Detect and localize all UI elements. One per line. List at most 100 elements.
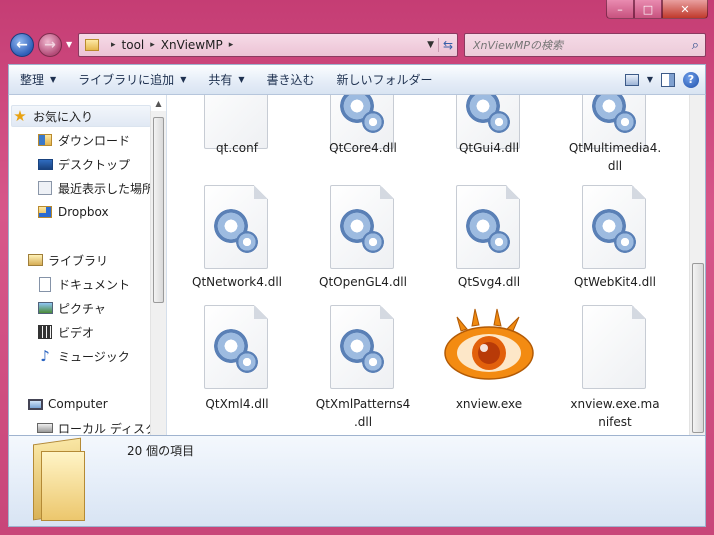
maximize-button[interactable]: □ [634,0,662,19]
search-input[interactable] [465,37,685,53]
item-count: 20 個の項目 [127,444,195,458]
chevron-right-icon[interactable]: ▸ [150,40,155,50]
folder-icon [33,437,85,521]
nav-item-desktop[interactable]: デスクトップ [37,153,130,175]
file-list-scrollbar[interactable] [689,95,705,435]
add-to-library-menu[interactable]: ライブラリに追加 ▼ [67,64,197,95]
nav-libraries-label: ライブラリ [48,253,109,268]
view-options-dropdown[interactable]: ▼ [647,64,653,95]
view-controls: ▼ ? [624,64,705,95]
file-item[interactable]: QtGui4.dll [429,95,549,175]
navigation-scrollbar[interactable]: ▲ [150,99,166,435]
address-bar[interactable]: ▸ tool ▸ XnViewMP ▸ ▼ ⇆ [78,33,458,57]
dll-gear-icon [202,305,272,393]
nav-libraries[interactable]: ライブラリ [27,249,108,271]
content-area: ★ お気に入り ダウンロード デスクトップ 最近表示した場所 Dropbox ラ… [8,95,706,435]
nav-favorites-label: お気に入り [33,109,94,124]
local-disk-icon [37,420,53,435]
back-arrow-icon: ← [16,37,28,53]
dll-gear-icon [328,185,398,273]
burn-button[interactable]: 書き込む [256,64,326,95]
breadcrumb-tool[interactable]: tool [122,38,145,52]
desktop-icon [37,156,53,172]
videos-icon [37,324,53,340]
change-view-icon[interactable] [624,73,639,86]
search-icon[interactable]: ⌕ [692,38,699,53]
burn-label: 書き込む [266,73,315,87]
navigation-row: ← → ▼ ▸ tool ▸ XnViewMP ▸ ▼ ⇆ ⌕ [0,30,714,62]
file-name: xnview.exe [455,397,523,411]
file-item[interactable]: qt.conf [177,95,297,175]
scrollbar-thumb[interactable] [692,263,704,433]
breadcrumb-xnviewmp[interactable]: XnViewMP [161,38,223,52]
file-name: QtMultimedia4. dll [568,141,662,173]
file-name: QtNetwork4.dll [192,275,282,289]
nav-item-label: ミュージック [58,349,130,364]
back-button[interactable]: ← [10,33,34,57]
file-name: QtGui4.dll [458,141,520,155]
nav-item-local-disk[interactable]: ローカル ディスク [37,417,157,435]
file-item[interactable]: QtNetwork4.dll [177,185,297,295]
file-item[interactable]: QtWebKit4.dll [555,185,675,295]
preview-pane-icon[interactable] [661,72,675,87]
file-item[interactable]: xnview.exe [429,305,549,431]
nav-item-documents[interactable]: ドキュメント [37,273,130,295]
nav-computer[interactable]: Computer [27,393,108,415]
file-item[interactable]: QtSvg4.dll [429,185,549,295]
file-name: xnview.exe.ma nifest [570,397,660,429]
search-box[interactable]: ⌕ [464,33,706,57]
music-note-icon: ♪ [40,347,50,365]
blank-file-icon [580,305,650,393]
nav-item-music[interactable]: ♪ ミュージック [37,345,130,367]
nav-item-label: 最近表示した場所 [58,181,155,196]
nav-item-videos[interactable]: ビデオ [37,321,94,343]
star-icon: ★ [13,107,27,125]
scrollbar-thumb[interactable] [153,117,164,303]
chevron-right-icon[interactable]: ▸ [111,40,116,50]
file-item[interactable]: QtOpenGL4.dll [303,185,423,295]
share-label: 共有 [208,73,233,87]
new-folder-label: 新しいフォルダー [336,73,433,87]
nav-item-dropbox[interactable]: Dropbox [37,201,109,223]
nav-item-label: ピクチャ [58,301,106,316]
nav-favorites[interactable]: ★ お気に入り [11,105,151,127]
file-name: QtCore4.dll [329,141,397,155]
nav-item-pictures[interactable]: ピクチャ [37,297,106,319]
file-item[interactable]: QtXml4.dll [177,305,297,431]
xnview-eye-icon [444,308,534,380]
minimize-button[interactable]: – [606,0,634,19]
forward-button[interactable]: → [38,33,62,57]
nav-item-recent-places[interactable]: 最近表示した場所 [37,177,154,199]
file-item[interactable]: QtCore4.dll [303,95,423,175]
chevron-down-icon: ▼ [50,75,57,84]
dll-gear-icon [328,305,398,393]
navigation-pane: ★ お気に入り ダウンロード デスクトップ 最近表示した場所 Dropbox ラ… [9,95,167,435]
address-dropdown-icon[interactable]: ▼ [427,40,434,50]
help-icon[interactable]: ? [683,71,699,88]
scroll-up-icon[interactable]: ▲ [151,95,166,111]
new-folder-button[interactable]: 新しいフォルダー [326,64,444,95]
organize-label: 整理 [20,73,45,87]
file-item[interactable]: QtXmlPatterns4 .dll [303,305,423,431]
file-item[interactable]: xnview.exe.ma nifest [555,305,675,431]
organize-menu[interactable]: 整理 ▼ [9,64,67,95]
explorer-window: – □ ✕ ← → ▼ ▸ tool ▸ XnViewMP ▸ ▼ ⇆ ⌕ 整理… [0,0,714,535]
file-name: QtWebKit4.dll [574,275,656,289]
file-name: qt.conf [216,141,258,155]
file-name: QtSvg4.dll [457,275,521,289]
close-button[interactable]: ✕ [662,0,708,19]
share-menu[interactable]: 共有 ▼ [197,64,255,95]
nav-item-label: ドキュメント [58,277,131,292]
details-pane: 20 個の項目 [8,435,706,527]
command-bar: 整理 ▼ ライブラリに追加 ▼ 共有 ▼ 書き込む 新しいフォルダー ▼ ? [8,64,706,95]
refresh-icon[interactable]: ⇆ [438,38,457,52]
dll-gear-icon [202,185,272,273]
chevron-right-icon[interactable]: ▸ [229,40,234,50]
documents-icon [37,276,53,292]
pictures-icon [37,300,53,316]
nav-item-downloads[interactable]: ダウンロード [37,129,130,151]
chevron-down-icon: ▼ [180,75,187,84]
dropbox-folder-icon [37,204,53,220]
recent-pages-dropdown[interactable]: ▼ [66,40,72,49]
file-item[interactable]: QtMultimedia4. dll [555,95,675,185]
